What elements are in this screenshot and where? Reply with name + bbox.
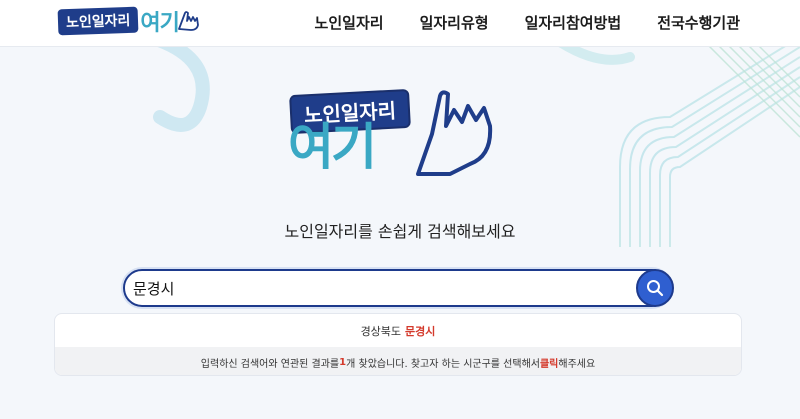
site-header: 노인일자리 여기 노인일자리 일자리유형 일자리참여방법 전국수행기관 xyxy=(0,0,800,47)
result-msg-before: 입력하신 검색어와 연관된 결과를 xyxy=(200,358,340,370)
nav-agencies[interactable]: 전국수행기관 xyxy=(657,12,740,33)
pointing-hand-icon xyxy=(177,11,199,31)
hero-logo-big-text: 여기 xyxy=(288,118,377,176)
hero-logo: 노인일자리 여기 xyxy=(286,86,516,184)
result-message: 입력하신 검색어와 연관된 결과를 1개 찾았습니다. 찾고자 하는 시군구를 … xyxy=(55,347,741,375)
pointing-hand-icon xyxy=(416,90,493,176)
result-city-link[interactable]: 문경시 xyxy=(405,323,435,339)
result-msg-middle: 개 찾았습니다. 찾고자 하는 시군구를 선택해서 xyxy=(346,358,540,370)
result-count: 1 xyxy=(339,356,347,368)
result-click-word: 클릭 xyxy=(539,358,559,370)
search-result-card: 경상북도 문경시 입력하신 검색어와 연관된 결과를 1개 찾았습니다. 찾고자… xyxy=(54,313,742,376)
result-item[interactable]: 경상북도 문경시 xyxy=(55,314,741,347)
result-province: 경상북도 xyxy=(360,324,402,338)
nav-how-to-join[interactable]: 일자리참여방법 xyxy=(525,12,622,33)
nav-senior-jobs[interactable]: 노인일자리 xyxy=(315,12,384,33)
search-button[interactable] xyxy=(636,269,674,307)
search-icon xyxy=(647,280,664,297)
logo-big-text: 여기 xyxy=(140,11,179,36)
search-input[interactable] xyxy=(133,275,623,301)
search-box xyxy=(123,269,671,307)
logo-pill-text: 노인일자리 xyxy=(57,6,139,36)
site-logo[interactable]: 노인일자리 여기 xyxy=(57,6,203,36)
nav-job-types[interactable]: 일자리유형 xyxy=(420,12,489,33)
page-subtitle: 노인일자리를 손쉽게 검색해보세요 xyxy=(284,222,516,241)
result-msg-after: 해주세요 xyxy=(558,358,596,370)
main-nav: 노인일자리 일자리유형 일자리참여방법 전국수행기관 xyxy=(315,0,740,44)
